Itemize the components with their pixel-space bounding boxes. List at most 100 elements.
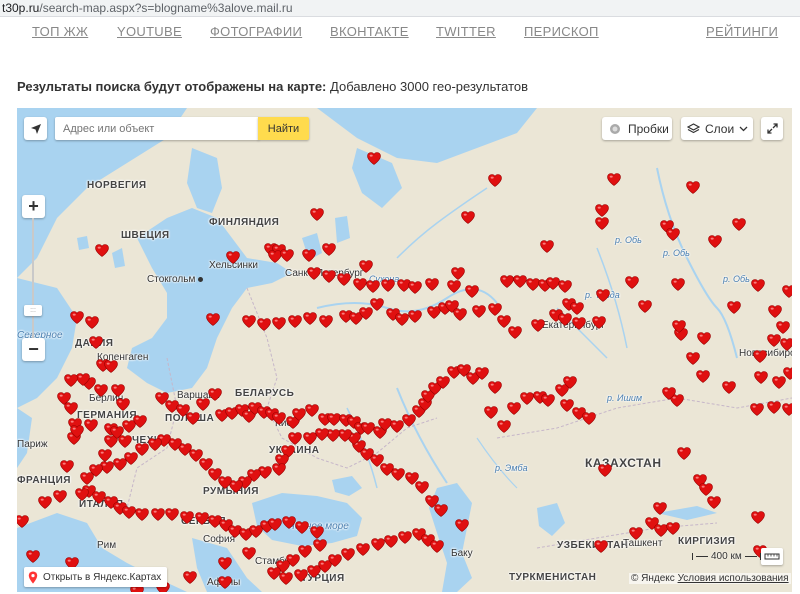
heart-marker-icon[interactable] <box>17 515 29 528</box>
heart-marker-icon[interactable] <box>625 276 639 289</box>
heart-marker-icon[interactable] <box>195 512 209 525</box>
heart-marker-icon[interactable] <box>408 310 422 323</box>
heart-marker-icon[interactable] <box>472 305 486 318</box>
heart-marker-icon[interactable] <box>563 376 577 389</box>
heart-marker-icon[interactable] <box>722 381 736 394</box>
heart-marker-icon[interactable] <box>183 571 197 584</box>
heart-marker-icon[interactable] <box>242 547 256 560</box>
heart-marker-icon[interactable] <box>395 313 409 326</box>
heart-marker-icon[interactable] <box>513 275 527 288</box>
heart-marker-icon[interactable] <box>484 406 498 419</box>
heart-marker-icon[interactable] <box>780 338 792 351</box>
heart-marker-icon[interactable] <box>186 412 200 425</box>
heart-marker-icon[interactable] <box>594 540 608 553</box>
heart-marker-icon[interactable] <box>488 381 502 394</box>
heart-marker-icon[interactable] <box>686 181 700 194</box>
heart-marker-icon[interactable] <box>226 251 240 264</box>
heart-marker-icon[interactable] <box>696 370 710 383</box>
heart-marker-icon[interactable] <box>398 531 412 544</box>
heart-marker-icon[interactable] <box>595 217 609 230</box>
heart-marker-icon[interactable] <box>38 496 52 509</box>
heart-marker-icon[interactable] <box>76 373 90 386</box>
heart-marker-icon[interactable] <box>666 228 680 241</box>
heart-marker-icon[interactable] <box>488 174 502 187</box>
heart-marker-icon[interactable] <box>242 315 256 328</box>
heart-marker-icon[interactable] <box>268 518 282 531</box>
heart-marker-icon[interactable] <box>272 412 286 425</box>
heart-marker-icon[interactable] <box>288 315 302 328</box>
heart-marker-icon[interactable] <box>783 367 792 380</box>
heart-marker-icon[interactable] <box>94 384 108 397</box>
map[interactable]: НОРВЕГИЯ ШВЕЦИЯ ФИНЛЯНДИЯ Хельсинки Сток… <box>17 108 792 592</box>
heart-marker-icon[interactable] <box>558 280 572 293</box>
heart-marker-icon[interactable] <box>782 285 792 298</box>
heart-marker-icon[interactable] <box>662 387 676 400</box>
heart-marker-icon[interactable] <box>75 488 89 501</box>
heart-marker-icon[interactable] <box>465 285 479 298</box>
nav-top-lj[interactable]: ТОП ЖЖ <box>32 24 88 39</box>
nav-vkontakte[interactable]: ВКОНТАКТЕ <box>330 24 409 39</box>
heart-marker-icon[interactable] <box>60 460 74 473</box>
heart-marker-icon[interactable] <box>686 352 700 365</box>
heart-marker-icon[interactable] <box>113 458 127 471</box>
zoom-track[interactable] <box>32 218 34 338</box>
heart-marker-icon[interactable] <box>257 318 271 331</box>
heart-marker-icon[interactable] <box>151 508 165 521</box>
heart-marker-icon[interactable] <box>26 550 40 563</box>
heart-marker-icon[interactable] <box>540 240 554 253</box>
heart-marker-icon[interactable] <box>497 420 511 433</box>
heart-marker-icon[interactable] <box>302 249 316 262</box>
heart-marker-icon[interactable] <box>53 490 67 503</box>
heart-marker-icon[interactable] <box>118 435 132 448</box>
heart-marker-icon[interactable] <box>272 317 286 330</box>
heart-marker-icon[interactable] <box>305 404 319 417</box>
heart-marker-icon[interactable] <box>753 350 767 363</box>
heart-marker-icon[interactable] <box>782 403 792 416</box>
heart-marker-icon[interactable] <box>272 463 286 476</box>
heart-marker-icon[interactable] <box>80 472 94 485</box>
heart-marker-icon[interactable] <box>697 332 711 345</box>
heart-marker-icon[interactable] <box>70 425 84 438</box>
heart-marker-icon[interactable] <box>353 278 367 291</box>
heart-marker-icon[interactable] <box>425 278 439 291</box>
heart-marker-icon[interactable] <box>405 472 419 485</box>
zoom-in-button[interactable]: + <box>22 195 45 218</box>
heart-marker-icon[interactable] <box>208 388 222 401</box>
heart-marker-icon[interactable] <box>70 311 84 324</box>
heart-marker-icon[interactable] <box>708 235 722 248</box>
heart-marker-icon[interactable] <box>508 326 522 339</box>
heart-marker-icon[interactable] <box>288 432 302 445</box>
heart-marker-icon[interactable] <box>319 315 333 328</box>
heart-marker-icon[interactable] <box>98 449 112 462</box>
heart-marker-icon[interactable] <box>341 548 355 561</box>
heart-marker-icon[interactable] <box>310 208 324 221</box>
heart-marker-icon[interactable] <box>430 540 444 553</box>
heart-marker-icon[interactable] <box>629 527 643 540</box>
heart-marker-icon[interactable] <box>653 502 667 515</box>
url-text[interactable]: t30p.ru/search-map.aspx?s=blogname%3alov… <box>2 1 293 15</box>
open-in-yandex-button[interactable]: Открыть в Яндекс.Картах <box>24 567 168 587</box>
heart-marker-icon[interactable] <box>218 576 232 589</box>
heart-marker-icon[interactable] <box>370 298 384 311</box>
layers-button[interactable]: Слои <box>681 117 753 140</box>
heart-marker-icon[interactable] <box>595 204 609 217</box>
heart-marker-icon[interactable] <box>315 428 329 441</box>
nav-periscope[interactable]: ПЕРИСКОП <box>524 24 599 39</box>
heart-marker-icon[interactable] <box>384 535 398 548</box>
heart-marker-icon[interactable] <box>89 336 103 349</box>
heart-marker-icon[interactable] <box>531 319 545 332</box>
heart-marker-icon[interactable] <box>598 464 612 477</box>
heart-marker-icon[interactable] <box>425 495 439 508</box>
geolocation-button[interactable] <box>24 117 47 140</box>
heart-marker-icon[interactable] <box>367 152 381 165</box>
zoom-out-button[interactable]: − <box>22 338 45 361</box>
heart-marker-icon[interactable] <box>292 408 306 421</box>
heart-marker-icon[interactable] <box>322 270 336 283</box>
heart-marker-icon[interactable] <box>359 260 373 273</box>
heart-marker-icon[interactable] <box>666 522 680 535</box>
heart-marker-icon[interactable] <box>366 280 380 293</box>
heart-marker-icon[interactable] <box>322 243 336 256</box>
nav-youtube[interactable]: YOUTUBE <box>117 24 182 39</box>
heart-marker-icon[interactable] <box>206 313 220 326</box>
heart-marker-icon[interactable] <box>408 281 422 294</box>
